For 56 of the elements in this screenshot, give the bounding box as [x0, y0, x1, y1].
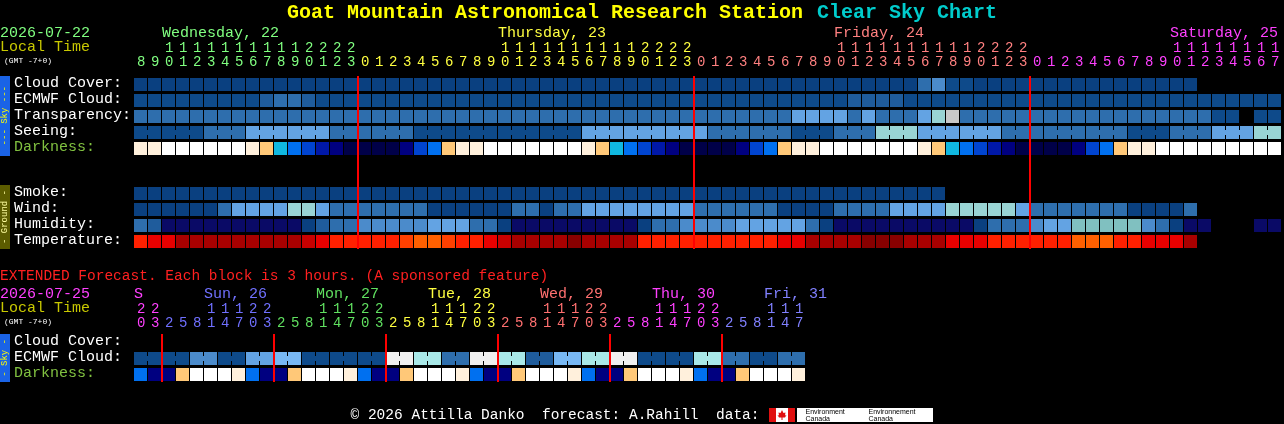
row-label: ECMWF Cloud:	[13, 350, 124, 366]
row-label: ECMWF Cloud:	[13, 92, 124, 108]
timezone-label: (GMT -7+0)	[3, 316, 53, 328]
footer-credit: © 2026 Attilla Danko forecast: A.Rahill data:	[350, 407, 760, 423]
hour-tens-digits: 11122	[654, 302, 725, 316]
hour-units-digits: 25814703	[500, 316, 613, 331]
hour-tens-digits: 22	[136, 302, 165, 316]
local-time-label: Local Time	[0, 41, 91, 55]
row-label: Cloud Cover:	[13, 334, 124, 350]
day-label: Thu, 30	[652, 287, 715, 302]
hour-units-digits: 25814703	[276, 316, 389, 331]
hour-units-digits: 258147	[724, 316, 809, 331]
day-label: Saturday, 25	[1170, 26, 1279, 41]
hour-tens-digits: 11122	[430, 302, 501, 316]
chart-title: Clear Sky Chart	[817, 3, 998, 23]
local-time-label: Local Time	[0, 302, 91, 316]
row-label: Seeing:	[13, 124, 78, 140]
hour-units-digits: 25814703	[612, 316, 725, 331]
row-label: Cloud Cover:	[13, 76, 124, 92]
hour-tens-digits: 11122	[318, 302, 389, 316]
row-label: Wind:	[13, 201, 60, 217]
hour-tens-digits: 11111111112222	[499, 41, 697, 55]
flag-icon	[769, 408, 796, 422]
row-label: Humidity:	[13, 217, 96, 233]
day-label: Friday, 24	[834, 26, 924, 41]
hour-units-digits: 03	[136, 316, 165, 331]
day-label: Wednesday, 22	[162, 26, 280, 41]
row-label: Darkness:	[13, 366, 96, 382]
hour-units-digits: 012345678901234567890123	[360, 55, 698, 70]
hour-tens-digits: 11122	[206, 302, 277, 316]
station-title: Goat Mountain Astronomical Research Station	[286, 3, 804, 23]
timezone-label: (GMT -7+0)	[3, 55, 53, 67]
hour-units-digits: 25814703	[388, 316, 501, 331]
row-label: Darkness:	[13, 140, 96, 156]
day-label: Fri, 31	[764, 287, 827, 302]
extended-note: EXTENDED Forecast. Each block is 3 hours. (A sponsored feature)	[0, 268, 550, 284]
hour-tens-digits: 11111111	[1172, 41, 1284, 55]
hour-tens-digits: 11111111112222	[835, 41, 1033, 55]
row-label: Transparency:	[13, 108, 133, 124]
day-label: Tue, 28	[428, 287, 491, 302]
row-label: Smoke:	[13, 185, 69, 201]
hour-units-digits: 012345678901234567	[1032, 55, 1284, 70]
day-label: Mon, 27	[316, 287, 379, 302]
hour-units-digits: 8901234567890123	[136, 55, 362, 70]
day-label: Wed, 29	[540, 287, 603, 302]
row-label: Temperature:	[13, 233, 124, 249]
date-label: 2026-07-22	[0, 26, 91, 41]
hour-units-digits: 25814703	[164, 316, 277, 331]
hour-units-digits: 012345678901234567890123	[696, 55, 1034, 70]
date-label: 2026-07-25	[0, 287, 91, 302]
day-label: S	[134, 287, 143, 302]
day-label: Sun, 26	[204, 287, 267, 302]
hour-tens-digits: 111	[766, 302, 809, 316]
hour-tens-digits: 11122	[542, 302, 613, 316]
hour-tens-digits: 11111111112222	[163, 41, 361, 55]
day-label: Thursday, 23	[498, 26, 607, 41]
